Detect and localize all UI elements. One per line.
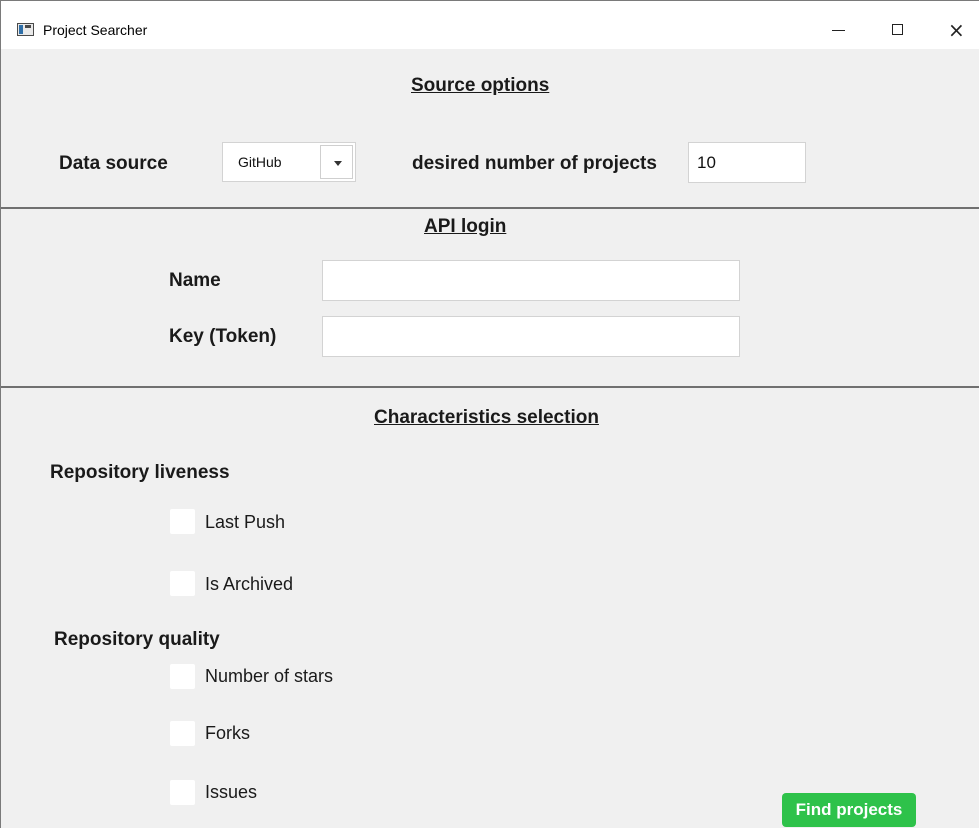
data-source-label: Data source — [59, 153, 168, 174]
data-source-value: GitHub — [238, 154, 282, 170]
minimize-button[interactable] — [824, 18, 854, 42]
source-options-heading: Source options — [411, 75, 550, 96]
divider — [1, 386, 979, 388]
divider — [1, 207, 979, 209]
data-source-select[interactable]: GitHub — [222, 142, 356, 182]
key-token-label: Key (Token) — [169, 326, 277, 347]
desired-number-input[interactable] — [688, 142, 806, 183]
app-window: Project Searcher × Source options Data s… — [0, 0, 979, 828]
api-login-heading: API login — [424, 216, 507, 237]
repository-quality-heading: Repository quality — [54, 629, 220, 650]
close-button[interactable]: × — [941, 18, 971, 42]
close-icon: × — [948, 18, 965, 42]
last-push-checkbox[interactable] — [170, 509, 195, 534]
find-projects-button[interactable]: Find projects — [782, 793, 916, 827]
app-icon — [17, 23, 34, 36]
number-of-stars-checkbox[interactable] — [170, 664, 195, 689]
issues-label: Issues — [205, 782, 258, 802]
window-title: Project Searcher — [43, 22, 148, 38]
maximize-icon — [892, 24, 903, 35]
is-archived-checkbox[interactable] — [170, 571, 195, 596]
data-source-dropdown-button[interactable] — [320, 145, 353, 179]
issues-checkbox[interactable] — [170, 780, 195, 805]
repository-liveness-heading: Repository liveness — [50, 462, 230, 483]
name-input[interactable] — [322, 260, 740, 301]
title-bar: Project Searcher × — [1, 1, 979, 49]
desired-number-label: desired number of projects — [412, 153, 657, 174]
forks-label: Forks — [205, 723, 250, 743]
characteristics-heading: Characteristics selection — [374, 407, 599, 428]
minimize-icon — [832, 30, 845, 31]
is-archived-label: Is Archived — [205, 574, 294, 594]
chevron-down-icon — [334, 161, 342, 166]
forks-checkbox[interactable] — [170, 721, 195, 746]
number-of-stars-label: Number of stars — [205, 666, 334, 686]
last-push-label: Last Push — [205, 512, 286, 532]
key-token-input[interactable] — [322, 316, 740, 357]
name-label: Name — [169, 270, 221, 291]
maximize-button[interactable] — [883, 18, 913, 42]
